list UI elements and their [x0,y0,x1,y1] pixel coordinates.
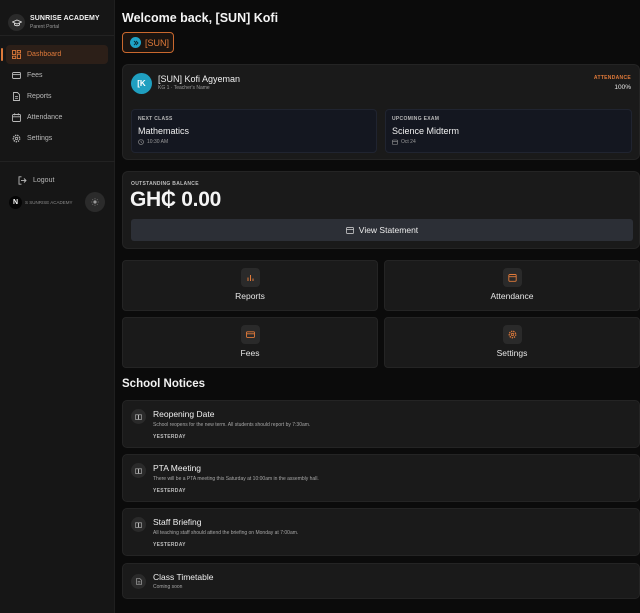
theme-toggle-button[interactable] [85,192,105,212]
sidebar-nav: Dashboard Fees Reports Attendance Settin… [0,36,114,148]
quick-link-label: Reports [235,291,265,301]
student-class-teacher: KG 1 · Teacher's Name [158,85,210,91]
notice-title: PTA Meeting [153,463,202,473]
sidebar-footer: N S SUNRISE ACADEMY [9,192,105,212]
book-icon [131,409,146,424]
sidebar-item-label: Reports [27,92,52,100]
card-icon [12,71,21,80]
calendar-icon [12,112,21,122]
student-profile-card: [K [SUN] Kofi Agyeman KG 1 · Teacher's N… [122,64,640,160]
brand-title: SUNRISE ACADEMY [30,15,100,22]
quick-link-reports[interactable]: Reports [122,260,378,311]
book-icon [131,463,146,478]
sidebar-item-reports[interactable]: Reports [6,87,108,106]
balance-value: GH₵ 0.00 [130,188,221,211]
logout-button[interactable]: Logout [12,171,115,190]
chevron-right-icon [130,37,141,48]
attendance-label: ATTENDANCE [593,75,631,81]
notice-title: Class Timetable [153,572,214,582]
brand[interactable]: SUNRISE ACADEMY Parent Portal [0,0,114,36]
outstanding-balance-card: OUTSTANDING BALANCE GH₵ 0.00 View Statem… [122,171,640,249]
next-class-label: NEXT CLASS [138,116,173,122]
sidebar-item-label: Settings [27,134,53,142]
notice-title: Staff Briefing [153,517,202,527]
sidebar-item-label: Dashboard [27,50,62,58]
notice-body: There will be a PTA meeting this Saturda… [153,476,319,482]
upcoming-exam-date: Oct 24 [401,139,416,145]
quick-link-label: Fees [240,348,260,358]
sidebar-item-label: Attendance [27,113,63,121]
next-class-card[interactable]: NEXT CLASS Mathematics 10:30 AM [131,109,377,153]
notice-item[interactable]: Reopening Date School reopens for the ne… [122,400,640,448]
brand-subtitle: Parent Portal [30,24,60,30]
calendar-icon [503,268,522,287]
attendance-value: 100% [614,84,631,91]
document-icon [131,574,146,589]
card-icon [241,325,260,344]
quick-link-label: Settings [496,348,528,358]
notices-heading: School Notices [122,378,206,390]
view-statement-label: View Statement [358,225,419,235]
notice-body: School reopens for the new term. All stu… [153,422,311,428]
sidebar-divider [0,161,115,162]
quick-link-label: Attendance [490,291,534,301]
graduation-cap-icon [8,14,25,31]
view-statement-button[interactable]: View Statement [131,219,633,241]
upcoming-exam-name: Science Midterm [392,126,460,136]
balance-label: OUTSTANDING BALANCE [131,181,199,187]
sidebar-item-fees[interactable]: Fees [6,66,108,85]
calendar-icon [392,139,398,145]
notice-item[interactable]: Staff Briefing All teaching staff should… [122,508,640,556]
student-chip-label: [SUN] [145,37,170,48]
gear-icon [503,325,522,344]
notice-time: YESTERDAY [153,488,186,494]
notice-title: Reopening Date [153,409,215,419]
notice-body: Coming soon [153,584,183,590]
quick-link-settings[interactable]: Settings [384,317,640,368]
sidebar-item-settings[interactable]: Settings [6,129,108,148]
page-title: Welcome back, [SUN] Kofi [122,11,279,25]
notice-body: All teaching staff should attend the bri… [153,530,299,536]
document-icon [12,91,21,101]
notice-time: YESTERDAY [153,434,186,440]
notice-time: YESTERDAY [153,542,186,548]
footer-text: S SUNRISE ACADEMY [25,199,73,205]
footer-logo: N [9,195,22,209]
upcoming-exam-label: UPCOMING EXAM [392,116,440,122]
next-class-time: 10:30 AM [147,139,169,145]
logout-label: Logout [33,176,55,184]
student-switcher-chip[interactable]: [SUN] [122,32,174,53]
notice-item[interactable]: PTA Meeting There will be a PTA meeting … [122,454,640,502]
dashboard-icon [12,49,21,59]
card-icon [345,226,354,234]
sidebar: SUNRISE ACADEMY Parent Portal Dashboard … [0,0,115,613]
bar-chart-icon [241,268,260,287]
sidebar-item-dashboard[interactable]: Dashboard [1,44,108,64]
avatar: [K [131,73,152,94]
sun-icon [91,198,99,206]
gear-icon [12,134,21,143]
student-name: [SUN] Kofi Agyeman [158,74,241,84]
next-class-subject: Mathematics [138,126,190,136]
sidebar-item-label: Fees [27,71,43,79]
logout-icon [18,175,27,185]
quick-link-fees[interactable]: Fees [122,317,378,368]
quick-link-attendance[interactable]: Attendance [384,260,640,311]
clock-icon [138,139,144,145]
book-icon [131,517,146,532]
upcoming-exam-card[interactable]: UPCOMING EXAM Science Midterm Oct 24 [385,109,632,153]
notice-item[interactable]: Class Timetable Coming soon [122,563,640,599]
sidebar-item-attendance[interactable]: Attendance [6,108,108,127]
